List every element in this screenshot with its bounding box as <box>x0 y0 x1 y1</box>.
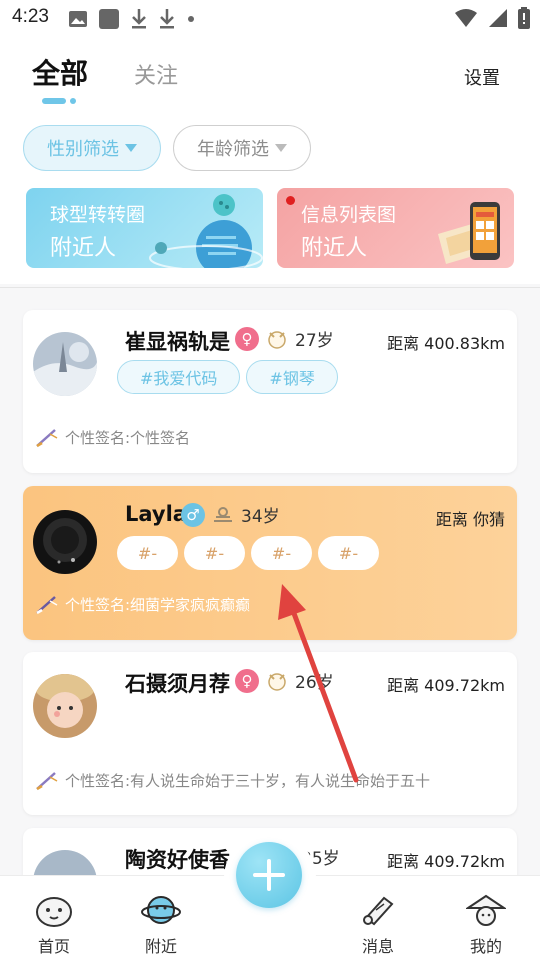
interest-tag[interactable]: #- <box>251 536 312 570</box>
avatar[interactable] <box>33 674 97 738</box>
user-name: Layla <box>125 502 187 526</box>
user-tags: #- #- #- #- <box>117 536 379 570</box>
user-card[interactable]: 石摄须月荐 ♀ 26岁 距离 409.72km 个性签名:有人说生命始于三十岁，… <box>23 652 517 815</box>
nav-mine[interactable]: 我的 <box>446 876 526 960</box>
nav-mine-label: 我的 <box>469 937 502 956</box>
app-square-icon <box>99 9 119 29</box>
nav-nearby-label: 附近 <box>144 937 177 956</box>
interest-tag[interactable]: #- <box>184 536 245 570</box>
user-tags: #我爱代码 #钢琴 <box>117 360 338 394</box>
zodiac-icon <box>211 503 235 527</box>
plus-icon <box>253 859 285 891</box>
nav-home-label: 首页 <box>37 937 70 956</box>
scroll-icon <box>363 896 394 926</box>
banner-title: 球型转转圈 <box>50 204 146 226</box>
status-bar: 4:23 <box>0 0 540 36</box>
user-name: 崔显祸轨是 <box>125 330 230 354</box>
pen-icon <box>36 595 58 614</box>
pen-icon <box>36 771 58 790</box>
user-name: 陶资好使香 <box>125 848 230 872</box>
planet-illustration-icon <box>149 194 263 268</box>
wifi-icon <box>455 9 477 27</box>
user-badges: ♂ 34岁 <box>181 502 280 527</box>
age-filter-label: 年龄筛选 <box>197 139 269 160</box>
age-filter-button[interactable]: 年龄筛选 <box>173 125 311 171</box>
dot-icon <box>188 16 194 22</box>
signature-text: 个性签名:细菌学家疯疯癫癫 <box>65 596 251 614</box>
user-signature: 个性签名:有人说生命始于三十岁，有人说生命始于五十 <box>35 770 430 791</box>
pen-icon <box>36 428 58 447</box>
gender-filter-button[interactable]: 性别筛选 <box>23 125 161 171</box>
interest-tag[interactable]: #- <box>318 536 379 570</box>
status-notification-icons <box>68 8 196 30</box>
user-signature: 个性签名:个性签名 <box>35 427 190 448</box>
user-signature: 个性签名:细菌学家疯疯癫癫 <box>35 594 250 615</box>
battery-icon <box>518 7 530 29</box>
signature-text: 个性签名:有人说生命始于三十岁，有人说生命始于五十 <box>65 772 431 790</box>
zodiac-icon <box>265 669 289 693</box>
user-distance: 距离 409.72km <box>387 852 505 871</box>
settings-button[interactable]: 设置 <box>464 64 500 90</box>
caret-down-icon <box>275 144 287 152</box>
user-card[interactable]: Layla ♂ 34岁 距离 你猜 #- #- #- #- 个性签名:细菌学家疯… <box>23 486 517 640</box>
phone-illustration-icon <box>438 202 500 264</box>
banner-subtitle: 附近人 <box>50 236 117 261</box>
caret-down-icon <box>125 144 137 152</box>
filter-area: 性别筛选 年龄筛选 球型转转圈 附近人 信息列表图 附近人 <box>0 112 540 284</box>
nav-messages-label: 消息 <box>361 937 394 956</box>
zodiac-icon <box>265 327 289 351</box>
male-icon: ♂ <box>181 502 205 527</box>
image-icon <box>69 11 87 27</box>
female-icon: ♀ <box>235 668 259 693</box>
female-icon: ♀ <box>235 326 259 351</box>
user-age: 26岁 <box>295 673 334 693</box>
status-time: 4:23 <box>12 6 49 27</box>
nav-home[interactable]: 首页 <box>14 876 94 960</box>
section-divider <box>0 287 540 288</box>
app-page: 4:23 全部 关注 设置 性别筛选 年龄筛选 球型转转圈 附近人 信息列表图 … <box>0 0 540 960</box>
user-card[interactable]: 崔显祸轨是 ♀ 27岁 距离 400.83km #我爱代码 #钢琴 个性签名:个… <box>23 310 517 473</box>
nav-messages[interactable]: 消息 <box>338 876 418 960</box>
download-icon <box>132 9 146 29</box>
user-age: 27岁 <box>295 331 334 351</box>
list-nearby-banner[interactable]: 信息列表图 附近人 <box>277 188 514 268</box>
add-post-button[interactable] <box>236 842 302 908</box>
nav-nearby[interactable]: 附近 <box>121 876 201 960</box>
tab-all[interactable]: 全部 <box>32 52 88 92</box>
interest-tag[interactable]: #钢琴 <box>246 360 338 394</box>
interest-tag[interactable]: #- <box>117 536 178 570</box>
gender-filter-label: 性别筛选 <box>47 139 119 160</box>
planet-icon <box>141 896 181 924</box>
home-face-icon <box>36 897 72 927</box>
active-tab-indicator <box>42 98 66 104</box>
top-header: 全部 关注 设置 <box>0 36 540 112</box>
banner-subtitle: 附近人 <box>301 236 368 261</box>
unread-dot <box>286 196 295 205</box>
user-badges: ♀ 26岁 <box>235 668 334 693</box>
interest-tag[interactable]: #我爱代码 <box>117 360 241 394</box>
user-badges: ♀ 27岁 <box>235 326 334 351</box>
user-distance: 距离 你猜 <box>435 510 505 529</box>
user-distance: 距离 409.72km <box>387 676 505 695</box>
signature-text: 个性签名:个性签名 <box>65 429 191 447</box>
signal-icon <box>489 9 507 27</box>
download-icon <box>160 9 174 29</box>
sphere-nearby-banner[interactable]: 球型转转圈 附近人 <box>26 188 263 268</box>
active-tab-indicator-dot <box>70 98 76 104</box>
status-system-icons <box>454 7 530 29</box>
avatar[interactable] <box>33 332 97 396</box>
user-distance: 距离 400.83km <box>387 334 505 353</box>
hat-character-icon <box>466 894 506 926</box>
user-age: 34岁 <box>241 507 280 527</box>
avatar[interactable] <box>33 510 97 574</box>
tab-follow[interactable]: 关注 <box>134 58 178 90</box>
user-name: 石摄须月荐 <box>125 672 230 696</box>
banner-title: 信息列表图 <box>301 204 397 226</box>
